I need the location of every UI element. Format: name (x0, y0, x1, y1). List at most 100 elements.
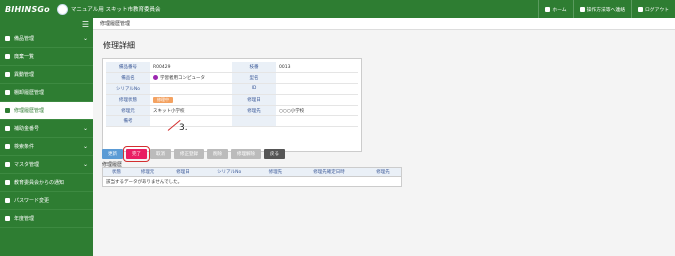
sidebar-item-label: 補助金番号 (14, 126, 40, 132)
detail-card: 備品番号 R00429 枝番 0013 備品名 学習者用コンピュータ 型名 シリアルNo ID 修… (102, 58, 362, 152)
field-value (150, 115, 232, 128)
home-icon (545, 6, 551, 12)
field-label: 備品番号 (106, 62, 150, 74)
sidebar-item[interactable]: パスワード変更 (0, 192, 93, 210)
sidebar-item[interactable]: 異動管理 (0, 66, 93, 84)
app-logo: BIHINSGo (5, 4, 50, 14)
chevron-down-icon: ⌄ (82, 161, 88, 168)
sidebar-item-label: 異動管理 (14, 72, 35, 78)
detail-row: 修理元 スキット小学校 修理先 ○○○小学校 (106, 105, 358, 117)
field-label: 修理日 (232, 94, 276, 106)
breadcrumb: 修理履歴管理 (93, 18, 675, 30)
sidebar-item-label: マスタ管理 (14, 162, 40, 168)
menu-icon (5, 126, 10, 131)
status-badge: 修理中 (153, 96, 173, 103)
field-value (276, 83, 358, 95)
mail-icon (579, 6, 585, 12)
field-value (150, 83, 232, 95)
sidebar-item-label: 棚卸履歴管理 (14, 90, 45, 96)
menu-icon (5, 216, 10, 221)
column-header: 修理日 (165, 167, 201, 177)
field-label: 修理先 (232, 105, 276, 117)
field-value (276, 115, 358, 128)
cancel-button[interactable]: 取消 (150, 149, 171, 159)
column-header: 修理先 (365, 167, 402, 177)
field-value: R00429 (150, 62, 232, 74)
chevron-down-icon: ⌄ (82, 125, 88, 132)
back-button[interactable]: 戻る (264, 149, 285, 159)
home-link[interactable]: ホーム (538, 0, 572, 18)
history-table: 状態 修理元 修理日 シリアルNo 修理先 修理先確定日時 修理先 該当するデータがありませ… (102, 167, 402, 187)
edit-button[interactable]: 修正登録 (174, 149, 204, 159)
category-icon (153, 75, 158, 81)
org-name: マニュアル用 スキット市教育委員会 (70, 7, 161, 13)
sidebar-item[interactable]: 教育委員会からの通知 (0, 174, 93, 192)
contact-link[interactable]: 操作方法等へ連絡 (572, 0, 631, 18)
field-value: ○○○小学校 (276, 105, 358, 117)
sidebar-item[interactable]: 廃棄一覧 (0, 48, 93, 66)
field-label (232, 115, 276, 128)
chevron-down-icon: ⌄ (82, 143, 88, 150)
menu-icon (5, 198, 10, 203)
sidebar-item[interactable]: 検索条件 ⌄ (0, 138, 93, 156)
field-value: 0013 (276, 62, 358, 74)
field-label: 備考 (106, 115, 150, 128)
field-label: 修理元 (106, 105, 150, 117)
action-buttons: 更新 完了 取消 修正登録 削除 修理解除 戻る (102, 146, 285, 162)
column-header: 修理元 (129, 167, 166, 177)
logout-link[interactable]: ログアウト (631, 0, 675, 18)
delete-button[interactable]: 削除 (207, 149, 228, 159)
sidebar-item-label: 廃棄一覧 (14, 54, 35, 60)
update-button[interactable]: 更新 (102, 149, 123, 159)
detail-table: 備品番号 R00429 枝番 0013 備品名 学習者用コンピュータ 型名 シリアルNo ID 修… (106, 62, 358, 128)
field-value: スキット小学校 (150, 105, 232, 117)
sidebar-item[interactable]: 年度管理 (0, 210, 93, 228)
chevron-down-icon: ⌄ (82, 35, 88, 42)
detail-row: 備品番号 R00429 枝番 0013 (106, 62, 358, 74)
empty-message: 該当するデータがありませんでした。 (106, 179, 183, 185)
detail-row: 備品名 学習者用コンピュータ 型名 (106, 72, 358, 85)
sidebar-item-label: 備品管理 (14, 36, 35, 42)
top-bar: BIHINSGo マニュアル用 スキット市教育委員会 ホーム 操作方法等へ連絡 … (0, 0, 675, 18)
sidebar-item[interactable]: 備品管理 ⌄ (0, 30, 93, 48)
menu-icon (5, 36, 10, 41)
field-value: 学習者用コンピュータ (150, 72, 232, 85)
field-value: 修理中 (150, 94, 232, 106)
menu-icon (5, 180, 10, 185)
sidebar-item-label: 修理履歴管理 (14, 108, 45, 114)
field-label: ID (232, 83, 276, 95)
field-value (276, 94, 358, 106)
sidebar-item-label: パスワード変更 (14, 198, 50, 204)
release-button[interactable]: 修理解除 (231, 149, 261, 159)
field-label: 備品名 (106, 72, 150, 85)
detail-row: 修理状態 修理中 修理日 (106, 94, 358, 106)
main-content: 修理履歴管理 修理詳細 備品番号 R00429 枝番 0013 備品名 学習者用コンピュー… (93, 18, 675, 256)
menu-icon (5, 72, 10, 77)
field-label: シリアルNo (106, 83, 150, 95)
sidebar-item-label: 検索条件 (14, 144, 35, 150)
sidebar: ☰ 備品管理 ⌄ 廃棄一覧 異動管理 棚卸履歴管理 修理履歴管理 補助金番号 ⌄ 検索条件 ⌄ マス… (0, 18, 93, 256)
page-title: 修理詳細 (103, 41, 135, 50)
menu-icon (5, 108, 10, 113)
column-header: 修理先 (257, 167, 294, 177)
sidebar-item[interactable]: 補助金番号 ⌄ (0, 120, 93, 138)
sidebar-item[interactable]: 修理履歴管理 (0, 102, 93, 120)
column-header: 修理先確定日時 (293, 167, 365, 177)
complete-button[interactable]: 完了 (123, 146, 150, 162)
field-label: 修理状態 (106, 94, 150, 106)
sidebar-item-label: 年度管理 (14, 216, 35, 222)
column-header: シリアルNo (200, 167, 258, 177)
menu-toggle-icon[interactable]: ☰ (0, 18, 93, 30)
menu-icon (5, 54, 10, 59)
field-label: 枝番 (232, 62, 276, 74)
sidebar-item-label: 教育委員会からの通知 (14, 180, 65, 186)
field-value (276, 72, 358, 85)
logout-icon (638, 6, 643, 12)
column-header: 状態 (102, 167, 130, 177)
menu-icon (5, 90, 10, 95)
menu-icon (5, 144, 10, 149)
sidebar-item[interactable]: マスタ管理 ⌄ (0, 156, 93, 174)
field-label: 型名 (232, 72, 276, 85)
sidebar-item[interactable]: 棚卸履歴管理 (0, 84, 93, 102)
org-emblem-icon (56, 3, 68, 15)
